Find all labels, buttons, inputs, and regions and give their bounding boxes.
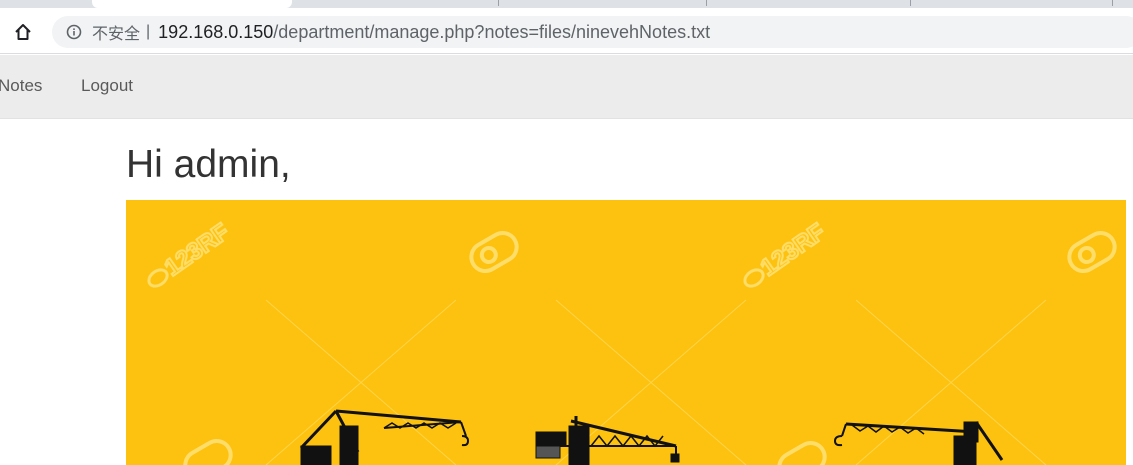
crane-silhouette <box>299 409 470 465</box>
tab-separator <box>498 0 499 6</box>
home-button[interactable] <box>10 19 36 45</box>
url-path: /department/manage.php?notes=files/ninev… <box>273 21 711 42</box>
watermark-logo: 123RF 123RF <box>147 217 831 288</box>
tab-separator <box>910 0 911 6</box>
page-greeting: Hi admin, <box>126 143 291 186</box>
info-icon[interactable] <box>66 24 82 40</box>
nav-link-notes[interactable]: Notes <box>0 76 42 96</box>
watermark-text: 123RF <box>160 218 235 281</box>
security-status-label[interactable]: 不安全 <box>92 20 140 44</box>
security-separator: | <box>146 23 151 40</box>
address-bar[interactable]: 不安全 | 192.168.0.150/department/manage.ph… <box>52 16 1133 48</box>
site-navbar: Notes Logout <box>0 55 1133 119</box>
active-tab[interactable] <box>92 0 292 8</box>
browser-tab-strip <box>0 0 1133 8</box>
tab-separator <box>1112 0 1113 6</box>
url-host: 192.168.0.150 <box>158 21 274 42</box>
crane-silhouette <box>535 416 680 465</box>
banner-image: 123RF 123RF <box>126 200 1126 465</box>
nav-link-logout[interactable]: Logout <box>81 76 133 96</box>
browser-toolbar: 不安全 | 192.168.0.150/department/manage.ph… <box>0 8 1133 54</box>
home-icon <box>15 24 31 40</box>
construction-cranes-illustration: 123RF 123RF <box>147 217 1117 465</box>
tab-separator <box>706 0 707 6</box>
url-text[interactable]: 192.168.0.150/department/manage.php?note… <box>158 22 710 43</box>
watermark-text: 123RF <box>756 218 831 281</box>
crane-silhouette <box>833 421 1004 465</box>
